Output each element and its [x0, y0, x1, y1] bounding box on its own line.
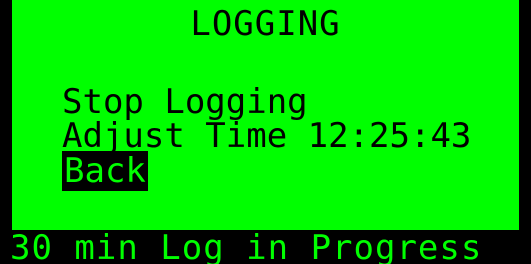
menu-item-stop-logging[interactable]: Stop Logging [62, 84, 308, 120]
status-bar: 30 min Log in Progress [0, 232, 531, 264]
screen-title: LOGGING [190, 4, 341, 44]
menu-item-back[interactable]: Back [62, 151, 148, 191]
status-text: 30 min Log in Progress [10, 232, 483, 264]
menu-item-label-selected: Back [62, 151, 148, 191]
menu-item-adjust-time[interactable]: Adjust Time 12:25:43 [62, 118, 471, 154]
lcd-screen: LOGGING Stop Logging Adjust Time 12:25:4… [12, 0, 519, 230]
lcd-display: LOGGING Stop Logging Adjust Time 12:25:4… [0, 0, 531, 264]
menu-item-label: Adjust Time 12:25:43 [62, 116, 472, 156]
